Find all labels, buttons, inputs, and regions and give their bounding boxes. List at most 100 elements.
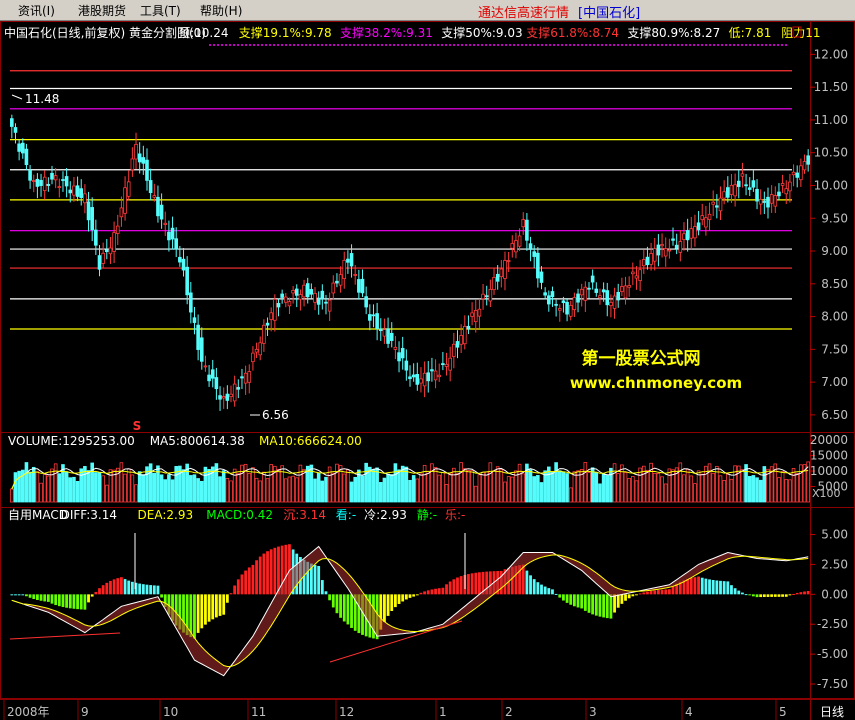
macd-histogram-bar [667, 589, 671, 595]
candle-body [795, 172, 800, 178]
volume-bar [623, 472, 628, 503]
macd-histogram-bar [101, 585, 105, 595]
volume-bar [791, 468, 796, 503]
candle-body [112, 232, 116, 252]
dotted-marker [681, 44, 683, 46]
dotted-marker [709, 44, 711, 46]
macd-histogram-bar [328, 594, 332, 601]
dotted-marker [693, 44, 695, 46]
dotted-marker [253, 44, 255, 46]
candle-body [225, 393, 230, 401]
volume-bar [605, 475, 610, 503]
volume-bar [583, 462, 588, 503]
volume-bar [422, 464, 427, 503]
menu-item-hk-futures[interactable]: 港股期货 [78, 2, 126, 19]
dotted-marker [645, 44, 647, 46]
volume-bar [729, 478, 734, 503]
candle-body [291, 290, 295, 294]
price-tick-label: 10.50 [814, 146, 848, 160]
dotted-marker [541, 44, 543, 46]
dotted-marker [461, 44, 463, 46]
macd-histogram-bar [799, 592, 803, 595]
macd-histogram-bar [404, 594, 408, 600]
candle-body [20, 142, 25, 154]
macd-histogram-bar [737, 590, 741, 595]
price-tick-label: 6.50 [821, 408, 848, 422]
macd-histogram-bar [583, 594, 587, 611]
volume-bar [521, 473, 526, 503]
candle-body [115, 225, 120, 234]
volume-bar [788, 479, 792, 503]
candle-body [678, 241, 683, 253]
volume-bar [364, 462, 368, 503]
dotted-marker [273, 44, 275, 46]
menu-item-help[interactable]: 帮助(H) [200, 2, 242, 19]
volume-bar [141, 474, 146, 503]
candle-body [24, 148, 29, 166]
dotted-marker [641, 44, 643, 46]
candle-body [86, 201, 91, 221]
candle-body [802, 161, 807, 171]
dotted-marker [213, 44, 215, 46]
sell-signal-marker: S [133, 419, 142, 433]
candle-body [167, 231, 171, 241]
candle-body [554, 303, 558, 306]
dotted-marker [733, 44, 735, 46]
volume-bar [386, 473, 390, 503]
dotted-marker [525, 44, 527, 46]
macd-histogram-bar [240, 574, 244, 595]
low-price-annotation: 6.56 [262, 408, 289, 422]
candle-body [525, 219, 529, 241]
macd-histogram-bar [225, 594, 229, 603]
macd-histogram-bar [646, 591, 649, 595]
volume-bar [477, 474, 482, 503]
volume-bar [415, 478, 420, 503]
macd-histogram-bar [317, 566, 321, 595]
macd-histogram-bar [562, 594, 565, 601]
volume-bar [667, 468, 672, 503]
dotted-marker [653, 44, 655, 46]
candle-body [791, 171, 796, 176]
macd-header-item: 自用MACD [8, 508, 68, 522]
candle-body [199, 337, 204, 362]
candle-body [612, 295, 617, 309]
dotted-marker [493, 44, 495, 46]
macd-histogram-bar [572, 594, 576, 607]
macd-histogram-bar [324, 591, 328, 595]
volume-bar [189, 475, 193, 503]
macd-histogram-bar [642, 592, 646, 595]
macd-histogram-bar [32, 594, 36, 600]
candle-body [557, 308, 562, 311]
macd-histogram-bar [105, 582, 109, 595]
macd-histogram-bar [320, 580, 324, 595]
candle-body [382, 329, 387, 337]
macd-header-item: 静:- [417, 508, 437, 522]
dotted-marker [729, 44, 731, 46]
period-label: 日线 [820, 705, 844, 719]
macd-histogram-bar [660, 589, 664, 595]
candle-body [46, 183, 51, 186]
volume-bar [353, 476, 358, 503]
candle-body [426, 372, 431, 382]
candle-body [269, 312, 273, 320]
volume-bar [452, 467, 456, 503]
menu-item-tools[interactable]: 工具(T) [140, 2, 181, 19]
macd-histogram-bar [657, 590, 660, 595]
volume-bar [780, 471, 785, 503]
menu-item-news[interactable]: 资讯(I) [18, 2, 55, 19]
macd-histogram-bar [412, 594, 416, 597]
volume-bar [473, 485, 478, 503]
volume-bar [57, 473, 62, 503]
candle-body [400, 348, 405, 359]
volume-bar [634, 480, 639, 503]
candle-body [156, 196, 160, 217]
candle-body [10, 118, 14, 127]
dotted-marker [625, 44, 627, 46]
dotted-marker [473, 44, 475, 46]
volume-bar [229, 480, 233, 503]
volume-bar [462, 468, 467, 503]
macd-histogram-bar [423, 591, 427, 595]
macd-histogram-bar [751, 594, 755, 597]
candle-body [411, 374, 416, 378]
dotted-marker [413, 44, 415, 46]
